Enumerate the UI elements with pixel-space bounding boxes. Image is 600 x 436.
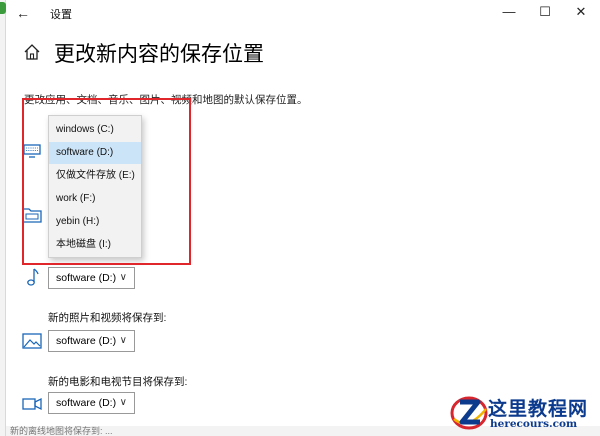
- movies-section-label: 新的电影和电视节目将保存到:: [48, 376, 188, 388]
- title-bar: ← 设置 — ☐ ✕: [6, 0, 600, 26]
- back-button[interactable]: ←: [14, 4, 32, 22]
- home-icon[interactable]: [22, 42, 42, 62]
- image-icon: [22, 333, 42, 349]
- video-camera-icon: [22, 397, 42, 411]
- photos-section-label: 新的照片和视频将保存到:: [48, 312, 167, 324]
- select-value: software (D:): [56, 397, 117, 409]
- chevron-down-icon: ∨: [119, 335, 127, 346]
- watermark: 这里教程网 herecours.com: [448, 391, 600, 436]
- chevron-down-icon: ∨: [119, 272, 127, 283]
- watermark-title: 这里教程网: [488, 398, 589, 420]
- highlight-box: [22, 98, 191, 265]
- photos-location-select[interactable]: software (D:) ∨: [48, 330, 135, 352]
- page-title: 更改新内容的保存位置: [54, 43, 264, 66]
- movies-location-select[interactable]: software (D:) ∨: [48, 392, 135, 414]
- minimize-button[interactable]: —: [498, 3, 520, 21]
- music-location-select[interactable]: software (D:) ∨: [48, 267, 135, 289]
- chevron-down-icon: ∨: [119, 397, 127, 408]
- music-note-icon: [26, 267, 40, 287]
- select-value: software (D:): [56, 335, 117, 347]
- window-title: 设置: [50, 9, 72, 21]
- close-button[interactable]: ✕: [570, 3, 592, 21]
- maximize-button[interactable]: ☐: [534, 3, 556, 21]
- watermark-logo-icon: [448, 391, 490, 433]
- settings-window: ← 设置 — ☐ ✕ 更改新内容的保存位置 更改应用、文档、音乐、图片、视频和地…: [6, 0, 600, 436]
- watermark-url: herecours.com: [490, 418, 578, 430]
- select-value: software (D:): [56, 272, 117, 284]
